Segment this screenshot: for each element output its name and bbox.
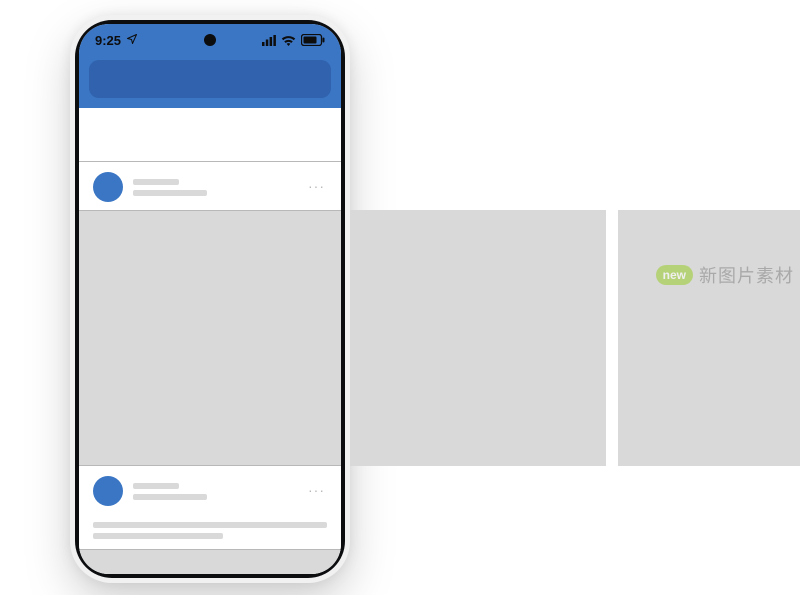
stock-watermark: new 新图片素材 [656, 262, 794, 288]
signal-icon [262, 35, 276, 46]
post-text-line [93, 533, 223, 539]
post-media[interactable] [79, 210, 341, 466]
avatar[interactable] [93, 172, 123, 202]
front-camera-icon [204, 34, 216, 46]
wifi-icon [281, 35, 296, 46]
phone-screen: 9:25 [79, 24, 341, 574]
phone-mockup: 9:25 [70, 15, 350, 583]
carousel-slide[interactable] [618, 210, 800, 466]
post-text-line [93, 522, 327, 528]
carousel-slide[interactable] [350, 210, 606, 466]
post-media[interactable] [79, 549, 341, 574]
feed-post: ··· [79, 466, 341, 574]
battery-icon [301, 34, 325, 46]
post-author-block [133, 483, 207, 500]
watermark-text: 新图片素材 [699, 262, 794, 288]
status-right [262, 34, 325, 46]
more-options-icon[interactable]: ··· [308, 178, 325, 194]
post-header: ··· [79, 466, 341, 514]
feed-post: ··· [79, 162, 341, 466]
author-name-placeholder [133, 179, 179, 185]
more-options-icon[interactable]: ··· [308, 482, 325, 498]
status-time: 9:25 [95, 33, 121, 48]
status-left: 9:25 [95, 33, 138, 48]
location-arrow-icon [126, 33, 138, 48]
watermark-badge: new [656, 265, 693, 285]
post-author-block [133, 179, 207, 196]
carousel-external-slides [350, 210, 780, 466]
post-header: ··· [79, 162, 341, 210]
author-subtitle-placeholder [133, 190, 207, 196]
avatar[interactable] [93, 476, 123, 506]
app-header: 9:25 [79, 24, 341, 108]
composer-bar[interactable] [79, 108, 341, 162]
author-name-placeholder [133, 483, 179, 489]
author-subtitle-placeholder [133, 494, 207, 500]
search-input[interactable] [89, 60, 331, 98]
